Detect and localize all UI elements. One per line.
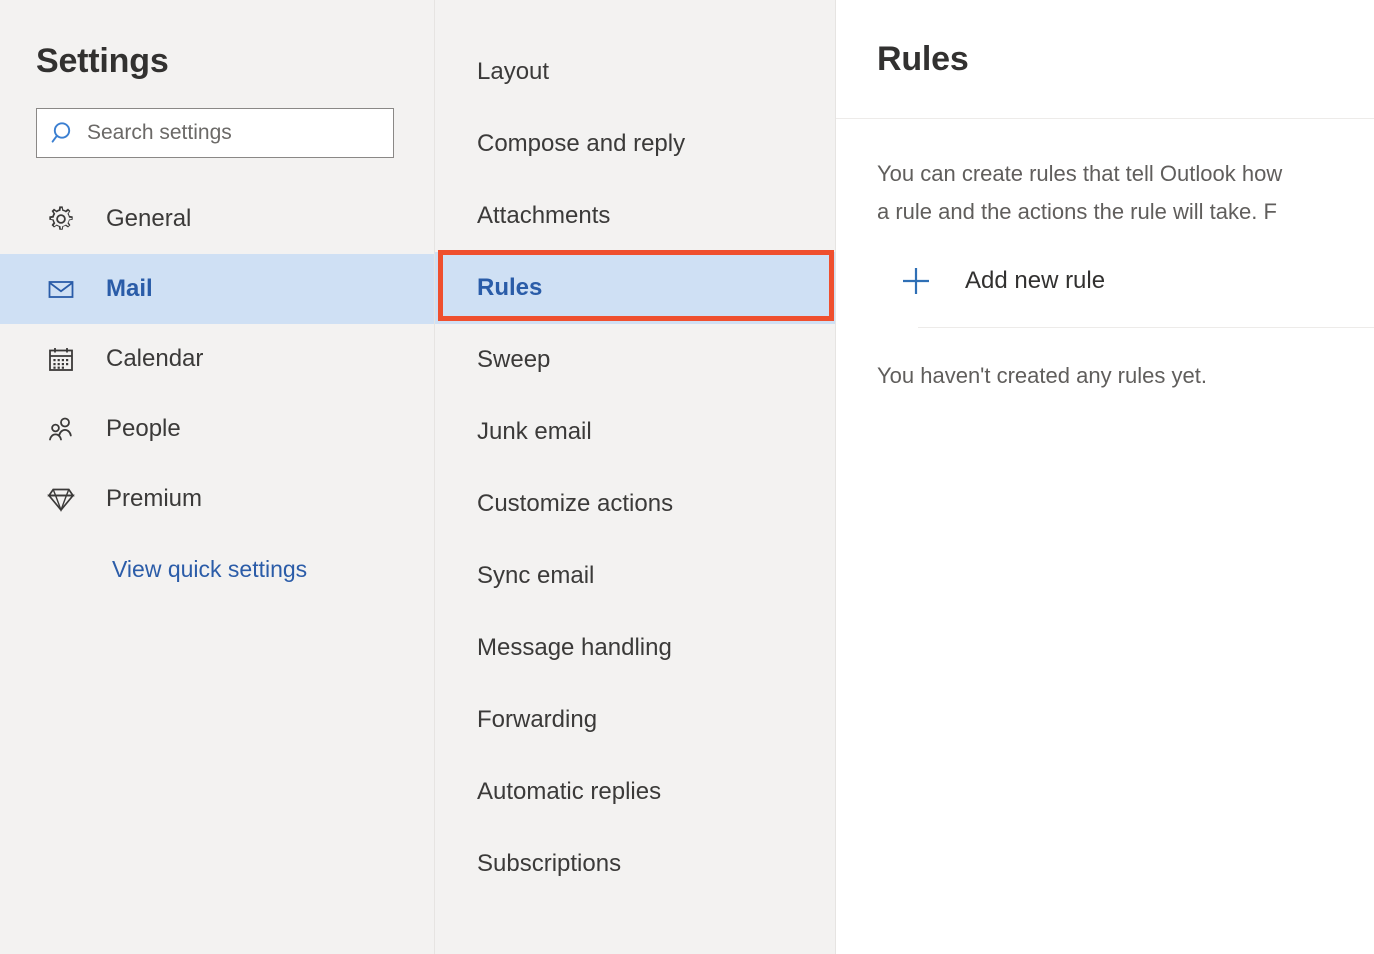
view-quick-settings-link[interactable]: View quick settings (112, 554, 307, 584)
rules-description-line2: a rule and the actions the rule will tak… (877, 199, 1277, 224)
rules-description: You can create rules that tell Outlook h… (877, 155, 1374, 231)
menu-item-rules[interactable]: Rules (435, 252, 836, 324)
menu-item-layout[interactable]: Layout (435, 36, 836, 108)
menu-item-automatic-replies[interactable]: Automatic replies (435, 756, 836, 828)
rules-heading: Rules (836, 38, 969, 80)
menu-item-forwarding[interactable]: Forwarding (435, 684, 836, 756)
menu-item-customize-actions[interactable]: Customize actions (435, 468, 836, 540)
page-title: Settings (0, 0, 435, 82)
search-settings-box[interactable] (36, 108, 394, 158)
menu-item-subscriptions[interactable]: Subscriptions (435, 828, 836, 900)
add-new-rule-button[interactable]: Add new rule (877, 259, 1105, 303)
sidebar-item-general[interactable]: General (0, 184, 435, 254)
sidebar-item-label: General (106, 204, 191, 234)
menu-item-sync-email[interactable]: Sync email (435, 540, 836, 612)
envelope-icon (44, 272, 78, 306)
rules-empty-state: You haven't created any rules yet. (877, 361, 1374, 391)
people-icon (44, 412, 78, 446)
rules-panel: Rules You can create rules that tell Out… (836, 0, 1374, 954)
menu-item-attachments[interactable]: Attachments (435, 180, 836, 252)
menu-item-compose-and-reply[interactable]: Compose and reply (435, 108, 836, 180)
settings-sidebar: Settings General (0, 0, 435, 954)
calendar-icon (44, 342, 78, 376)
sidebar-item-label: Premium (106, 484, 202, 514)
settings-window: Settings General (0, 0, 1374, 954)
sidebar-item-mail[interactable]: Mail (0, 254, 435, 324)
add-new-rule-label: Add new rule (965, 266, 1105, 296)
diamond-icon (44, 482, 78, 516)
rules-panel-body: You can create rules that tell Outlook h… (836, 155, 1374, 391)
mail-settings-list: Layout Compose and reply Attachments Rul… (435, 0, 836, 900)
rules-divider (918, 327, 1374, 328)
sidebar-item-people[interactable]: People (0, 394, 435, 464)
plus-icon (899, 264, 933, 298)
menu-item-junk-email[interactable]: Junk email (435, 396, 836, 468)
sidebar-item-premium[interactable]: Premium (0, 464, 435, 534)
gear-icon (44, 202, 78, 236)
mail-settings-menu: Layout Compose and reply Attachments Rul… (435, 0, 836, 954)
sidebar-item-label: Calendar (106, 344, 203, 374)
sidebar-item-label: People (106, 414, 181, 444)
sidebar-nav: General Mail (0, 184, 435, 534)
rules-description-line1: You can create rules that tell Outlook h… (877, 161, 1282, 186)
sidebar-item-calendar[interactable]: Calendar (0, 324, 435, 394)
sidebar-item-label: Mail (106, 274, 153, 304)
search-icon (51, 120, 77, 146)
menu-item-message-handling[interactable]: Message handling (435, 612, 836, 684)
search-input[interactable] (87, 118, 379, 148)
rules-panel-header: Rules (836, 0, 1374, 119)
menu-item-sweep[interactable]: Sweep (435, 324, 836, 396)
